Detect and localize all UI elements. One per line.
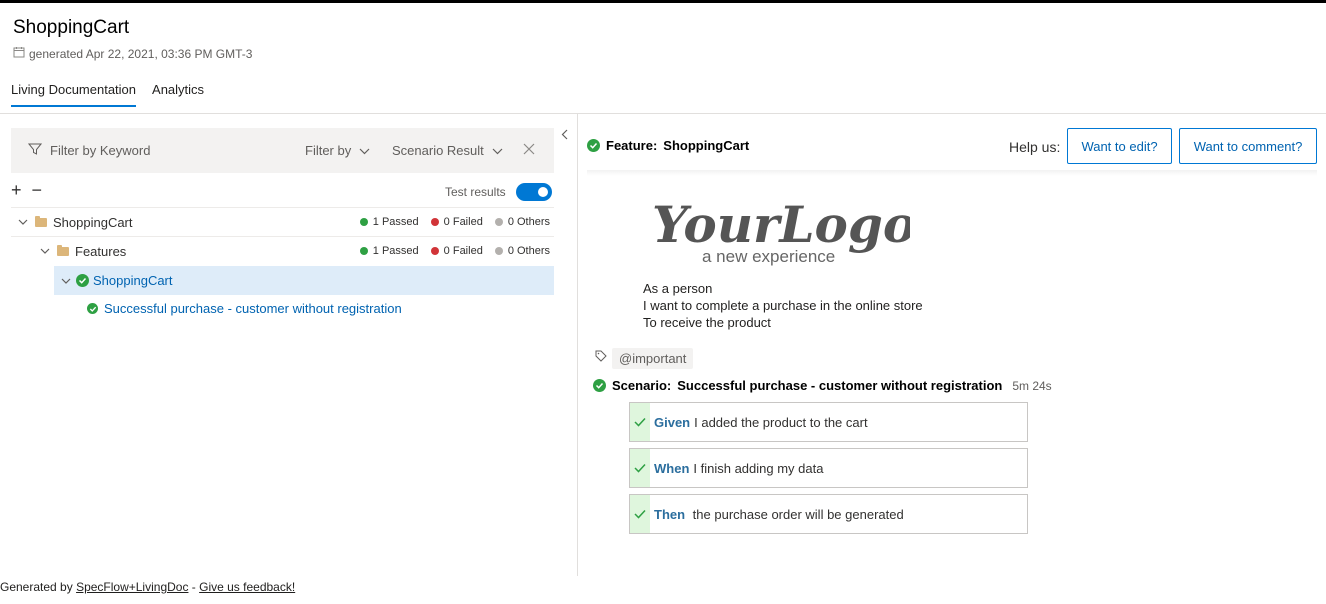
step-passed-check-icon [630,495,650,533]
tabs-divider [0,113,1326,114]
header-shadow [587,170,1317,176]
scenario-duration: 5m 24s [1012,378,1052,393]
give-feedback-link[interactable]: Give us feedback! [199,580,295,594]
logo-tagline: a new experience [702,247,835,266]
generated-date-text: generated Apr 22, 2021, 03:36 PM GMT-3 [29,46,253,61]
passed-count: 1 Passed [372,216,419,228]
scenario-header: Scenario: Successful purchase - customer… [593,378,1052,393]
feature-prefix: Feature: [606,138,658,153]
step-keyword: When [654,460,690,476]
page-title: ShoppingCart [13,17,130,38]
scenario-step: When I finish adding my data [629,448,1028,488]
want-to-comment-button[interactable]: Want to comment? [1179,128,1317,164]
tree-node-features-folder[interactable]: Features 1 Passed 0 Failed 0 Others [11,236,554,265]
step-keyword: Given [654,414,691,430]
tree-node-label: Successful purchase - customer without r… [104,301,402,316]
chevron-down-icon[interactable] [58,278,74,284]
failed-dot-icon [430,247,439,255]
scenario-step: Given I added the product to the cart [629,402,1028,442]
scenario-name: Successful purchase - customer without r… [677,378,1003,393]
chevron-down-icon[interactable] [37,248,53,254]
passed-check-icon [587,139,600,152]
logo-text: YourLogo [652,195,910,254]
keyword-filter-input[interactable]: Filter by Keyword [27,142,151,159]
test-results-label: Test results [445,185,506,199]
step-text: I added the product to the cart [694,414,868,430]
chevron-down-icon[interactable] [15,219,31,225]
others-count: 0 Others [507,216,550,228]
passed-dot-icon [359,247,368,255]
generated-date: generated Apr 22, 2021, 03:36 PM GMT-3 [13,46,252,61]
test-results-toggle[interactable] [515,183,552,201]
help-us-label: Help us: [1009,139,1061,155]
feature-header: Feature: ShoppingCart [587,138,749,153]
close-icon [523,143,535,158]
passed-check-icon [87,303,98,314]
passed-count: 1 Passed [372,245,419,257]
tab-analytics[interactable]: Analytics [152,82,204,107]
filter-by-label: Filter by [305,143,352,158]
filter-bar: Filter by Keyword Filter by Scenario Res… [11,128,554,173]
feature-description-line: To receive the product [643,315,771,330]
folder-icon [35,215,47,227]
tag-icon [595,350,607,365]
others-dot-icon [494,218,503,226]
folder-icon [57,244,69,256]
want-to-edit-button[interactable]: Want to edit? [1067,128,1172,164]
chevron-left-icon [561,128,568,143]
passed-check-icon [76,274,89,287]
failed-count: 0 Failed [443,216,483,228]
main-tabs: Living Documentation Analytics [11,82,204,107]
chevron-down-icon [492,143,503,158]
tree-node-label: ShoppingCart [93,273,173,288]
tree-tools: + − [11,180,42,201]
feature-description-line: I want to complete a purchase in the onl… [643,298,923,313]
tree-node-feature-shoppingcart[interactable]: ShoppingCart [54,266,554,295]
panel-divider [577,114,578,576]
node-stats: 1 Passed 0 Failed 0 Others [359,216,550,228]
filter-icon [27,142,43,159]
footer-prefix: Generated by [0,580,77,594]
feature-name: ShoppingCart [663,138,750,153]
footer-separator: - [188,580,200,594]
filter-by-dropdown[interactable]: Filter by [305,143,370,158]
step-text: I finish adding my data [693,460,824,476]
others-count: 0 Others [507,245,550,257]
expand-all-button[interactable]: + [11,180,22,201]
keyword-filter-placeholder: Filter by Keyword [50,143,151,158]
tree-node-scenario[interactable]: Successful purchase - customer without r… [11,294,554,323]
calendar-icon [13,46,25,61]
tab-living-documentation[interactable]: Living Documentation [11,82,137,107]
tag-important[interactable]: @important [612,348,694,369]
step-passed-check-icon [630,449,650,487]
scenario-result-label: Scenario Result [392,143,484,158]
collapse-panel-button[interactable] [561,128,568,143]
tree-node-label: Features [75,243,127,259]
your-logo-image: YourLogo a new experience [652,195,910,266]
node-stats: 1 Passed 0 Failed 0 Others [359,245,550,257]
failed-count: 0 Failed [443,245,483,257]
step-text: the purchase order will be generated [689,506,904,522]
top-border [0,0,1326,3]
specflow-livingdoc-link[interactable]: SpecFlow+LivingDoc [76,580,188,594]
passed-dot-icon [359,218,368,226]
step-keyword: Then [654,506,686,522]
footer: Generated by SpecFlow+LivingDoc - Give u… [0,580,295,594]
test-results-toggle-group: Test results [445,183,552,201]
feature-description-line: As a person [643,281,713,296]
scenario-prefix: Scenario: [612,378,672,393]
step-passed-check-icon [630,403,650,441]
scenario-step: Then the purchase order will be generate… [629,494,1028,534]
collapse-all-button[interactable]: − [32,180,43,201]
tree-node-label: ShoppingCart [53,214,133,230]
clear-filter-button[interactable] [523,143,535,158]
chevron-down-icon [359,143,370,158]
failed-dot-icon [430,218,439,226]
tree-node-root-folder[interactable]: ShoppingCart 1 Passed 0 Failed 0 Others [11,207,554,236]
scenario-result-dropdown[interactable]: Scenario Result [392,143,503,158]
passed-check-icon [593,379,606,392]
others-dot-icon [494,247,503,255]
